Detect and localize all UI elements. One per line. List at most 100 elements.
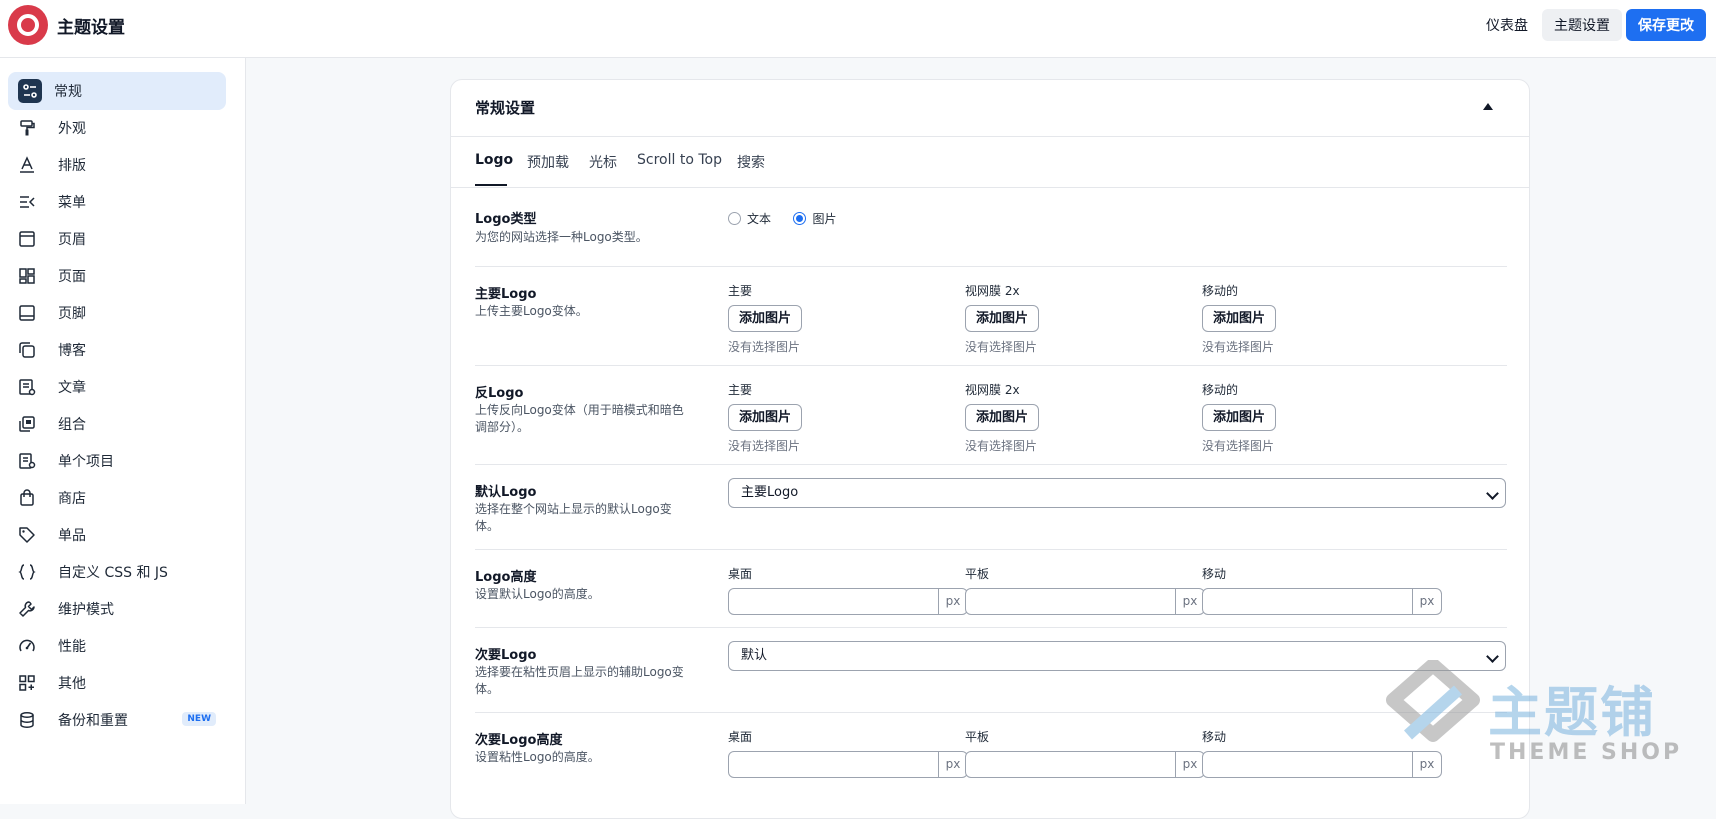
sidebar-item-label: 单品 bbox=[58, 528, 86, 544]
add-image-button[interactable]: 添加图片 bbox=[1202, 305, 1277, 332]
sidebar-item-articles[interactable]: 文章 bbox=[8, 368, 226, 406]
add-image-button[interactable]: 添加图片 bbox=[965, 404, 1040, 431]
unit-suffix: px bbox=[1175, 752, 1204, 777]
watermark-subtext: THEME SHOP bbox=[1490, 740, 1683, 765]
unit-suffix: px bbox=[938, 752, 967, 777]
sidebar-item-product[interactable]: 单品 bbox=[8, 516, 226, 554]
default-logo-select[interactable]: 主要Logo bbox=[728, 478, 1506, 508]
column-label: 桌面 bbox=[728, 567, 753, 581]
theme-settings-button[interactable]: 主题设置 bbox=[1542, 9, 1622, 41]
sidebar-item-label: 页脚 bbox=[58, 306, 86, 322]
collapse-caret-icon[interactable] bbox=[1483, 103, 1493, 110]
dashboard-link[interactable]: 仪表盘 bbox=[1486, 15, 1528, 35]
top-actions: 仪表盘 主题设置 保存更改 bbox=[1486, 9, 1706, 41]
radio-label: 文本 bbox=[747, 212, 772, 226]
sidebar-item-label: 单个项目 bbox=[58, 454, 114, 470]
setting-logo-height: Logo高度 设置默认Logo的高度。 桌面 px 平板 px 移动 px bbox=[475, 549, 1507, 628]
setting-secondary-logo-height: 次要Logo高度 设置粘性Logo的高度。 桌面 px 平板 px 移动 px bbox=[475, 712, 1507, 802]
sidebar-item-label: 排版 bbox=[58, 158, 86, 174]
sidebar-item-blog[interactable]: 博客 bbox=[8, 331, 226, 369]
upload-column: 主要 添加图片 没有选择图片 bbox=[728, 381, 803, 454]
column-label: 移动 bbox=[1202, 567, 1227, 581]
column-label: 视网膜 2x bbox=[965, 383, 1020, 397]
unit-suffix: px bbox=[1175, 589, 1204, 614]
sidebar-item-label: 页面 bbox=[58, 269, 86, 285]
no-image-status: 没有选择图片 bbox=[728, 439, 801, 453]
height-column: 桌面 px bbox=[728, 565, 968, 615]
height-input-tablet[interactable]: px bbox=[965, 588, 1205, 615]
panel-title: 常规设置 bbox=[475, 99, 536, 117]
code-icon bbox=[18, 562, 46, 582]
tab-logo[interactable]: Logo bbox=[475, 152, 513, 168]
upload-column: 主要 添加图片 没有选择图片 bbox=[728, 282, 803, 355]
setting-title: 反Logo bbox=[475, 386, 524, 401]
database-icon bbox=[18, 710, 46, 730]
chevron-down-icon bbox=[1486, 487, 1499, 500]
secondary-height-input-tablet[interactable]: px bbox=[965, 751, 1205, 778]
sidebar-item-general[interactable]: 常规 bbox=[8, 72, 226, 110]
upload-column: 移动的 添加图片 没有选择图片 bbox=[1202, 282, 1277, 355]
setting-description: 设置默认Logo的高度。 bbox=[475, 587, 600, 601]
sidebar-item-label: 外观 bbox=[58, 121, 86, 137]
watermark-text: 主题铺 bbox=[1488, 681, 1656, 744]
page-grid-icon bbox=[18, 266, 46, 286]
radio-label: 图片 bbox=[812, 212, 837, 226]
sidebar-item-typography[interactable]: 排版 bbox=[8, 146, 226, 184]
settings-tabs: Logo 预加载 光标 Scroll to Top 搜索 bbox=[451, 137, 1529, 188]
tab-search[interactable]: 搜索 bbox=[737, 152, 765, 172]
sidebar-item-shop[interactable]: 商店 bbox=[8, 479, 226, 517]
setting-secondary-logo: 次要Logo 选择要在粘性页眉上显示的辅助Logo变体。 默认 bbox=[475, 627, 1507, 713]
radio-text[interactable]: 文本 bbox=[728, 210, 771, 227]
add-image-button[interactable]: 添加图片 bbox=[1202, 404, 1277, 431]
panel-header[interactable]: 常规设置 bbox=[451, 80, 1529, 137]
setting-description: 为您的网站选择一种Logo类型。 bbox=[475, 230, 648, 244]
setting-title: 主要Logo bbox=[475, 287, 537, 302]
add-image-button[interactable]: 添加图片 bbox=[965, 305, 1040, 332]
tab-scroll-to-top[interactable]: Scroll to Top bbox=[637, 152, 722, 168]
height-column: 平板 px bbox=[965, 728, 1205, 778]
no-image-status: 没有选择图片 bbox=[728, 340, 801, 354]
sidebar-item-other[interactable]: 其他 bbox=[8, 664, 226, 702]
save-button[interactable]: 保存更改 bbox=[1626, 9, 1706, 41]
add-image-button[interactable]: 添加图片 bbox=[728, 404, 803, 431]
sidebar-item-custom-code[interactable]: 自定义 CSS 和 JS bbox=[8, 553, 226, 591]
tab-preload[interactable]: 预加载 bbox=[527, 152, 569, 172]
sidebar-item-menu[interactable]: 菜单 bbox=[8, 183, 226, 221]
brand[interactable]: 主题设置 bbox=[8, 5, 125, 45]
radio-button-selected[interactable] bbox=[793, 212, 807, 225]
typography-icon bbox=[18, 155, 46, 175]
sidebar-item-pages[interactable]: 页面 bbox=[8, 257, 226, 295]
height-input-mobile[interactable]: px bbox=[1202, 588, 1442, 615]
sidebar-item-label: 备份和重置 bbox=[58, 713, 128, 729]
tab-cursor[interactable]: 光标 bbox=[589, 152, 617, 172]
radio-image[interactable]: 图片 bbox=[793, 210, 836, 227]
add-image-button[interactable]: 添加图片 bbox=[728, 305, 803, 332]
radio-button[interactable] bbox=[728, 212, 741, 225]
height-input-desktop[interactable]: px bbox=[728, 588, 968, 615]
select-value: 主要Logo bbox=[741, 485, 799, 500]
article-icon bbox=[18, 377, 46, 397]
sidebar-item-header[interactable]: 页眉 bbox=[8, 220, 226, 258]
sidebar-item-label: 组合 bbox=[58, 417, 86, 433]
unit-suffix: px bbox=[938, 589, 967, 614]
setting-title: Logo高度 bbox=[475, 570, 537, 585]
no-image-status: 没有选择图片 bbox=[1202, 439, 1275, 453]
general-icon bbox=[18, 79, 46, 103]
column-label: 平板 bbox=[965, 730, 990, 744]
sidebar-item-label: 其他 bbox=[58, 676, 86, 692]
sidebar-item-performance[interactable]: 性能 bbox=[8, 627, 226, 665]
sidebar-item-label: 常规 bbox=[54, 84, 82, 100]
sidebar-item-single-item[interactable]: 单个项目 bbox=[8, 442, 226, 480]
setting-title: 次要Logo bbox=[475, 648, 537, 663]
sidebar-item-backup[interactable]: 备份和重置 NEW bbox=[8, 701, 226, 739]
footer-icon bbox=[18, 303, 46, 323]
column-label: 平板 bbox=[965, 567, 990, 581]
setting-description: 选择在整个网站上显示的默认Logo变体。 bbox=[475, 502, 672, 533]
column-label: 移动的 bbox=[1202, 284, 1239, 298]
new-badge: NEW bbox=[182, 712, 216, 726]
sidebar-item-appearance[interactable]: 外观 bbox=[8, 109, 226, 147]
sidebar-item-footer[interactable]: 页脚 bbox=[8, 294, 226, 332]
secondary-height-input-desktop[interactable]: px bbox=[728, 751, 968, 778]
sidebar-item-portfolio[interactable]: 组合 bbox=[8, 405, 226, 443]
sidebar-item-maintenance[interactable]: 维护模式 bbox=[8, 590, 226, 628]
